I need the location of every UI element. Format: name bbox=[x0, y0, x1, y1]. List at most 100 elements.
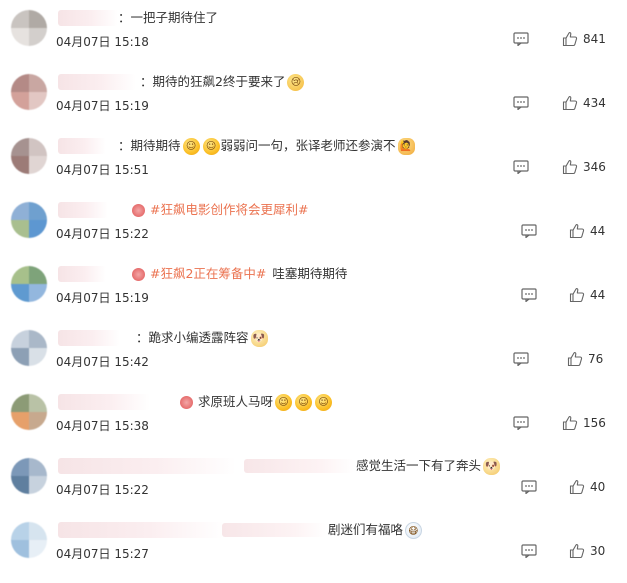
comment-item: 感觉生活一下有了奔头 🐶 04月07日 15:22 40 bbox=[0, 452, 627, 516]
blurred-mention[interactable] bbox=[222, 523, 326, 537]
like-count: 841 bbox=[583, 32, 606, 46]
dog-emoji-icon: 🐶 bbox=[250, 329, 268, 347]
comment-text: 感觉生活一下有了奔头 🐶 bbox=[244, 456, 501, 476]
like-button[interactable]: 44 bbox=[569, 285, 605, 305]
avatar-tile bbox=[29, 220, 47, 238]
comment-text: 求原班人马呀 ☺ ☺ ☺ bbox=[178, 392, 333, 412]
username-blurred[interactable] bbox=[58, 266, 106, 282]
comment-body: 剧迷们有福咯 bbox=[328, 522, 404, 537]
avatar[interactable] bbox=[11, 10, 47, 46]
like-button[interactable]: 841 bbox=[562, 29, 606, 49]
smile-emoji-icon: ☺ bbox=[295, 393, 313, 411]
thumbs-up-icon bbox=[562, 159, 578, 175]
avatar[interactable] bbox=[11, 522, 47, 558]
hashtag-link[interactable]: #狂飙2正在筹备中# bbox=[150, 264, 266, 284]
comment-body: 跪求小编透露阵容 bbox=[148, 330, 249, 345]
avatar-tile bbox=[29, 284, 47, 302]
avatar-tile bbox=[11, 394, 29, 412]
username-blurred[interactable] bbox=[58, 394, 150, 410]
avatar-tile bbox=[29, 412, 47, 430]
avatar-tile bbox=[11, 458, 29, 476]
avatar-tile bbox=[11, 138, 29, 156]
username-blurred[interactable] bbox=[58, 138, 106, 154]
reply-button[interactable] bbox=[521, 288, 537, 302]
hashtag-link[interactable]: #狂飙电影创作将会更犀利# bbox=[150, 200, 308, 220]
comment-icon bbox=[513, 352, 529, 366]
sick-emoji-icon: 😷 bbox=[405, 521, 423, 539]
blurred-mention[interactable] bbox=[244, 459, 354, 473]
avatar-tile bbox=[29, 458, 47, 476]
comment-item: #狂飙电影创作将会更犀利# 04月07日 15:22 44 bbox=[0, 196, 627, 260]
comment-icon bbox=[521, 544, 537, 558]
wave-emoji-icon: 🙋 bbox=[397, 137, 415, 155]
avatar[interactable] bbox=[11, 138, 47, 174]
comment-item: ：期待期待 ☺ ☺ 弱弱问一句，张译老师还参演不 🙋 04月07日 15:51 346 bbox=[0, 132, 627, 196]
comment-icon bbox=[513, 32, 529, 46]
avatar-tile bbox=[11, 28, 29, 46]
reply-button[interactable] bbox=[521, 480, 537, 494]
comment-item: 求原班人马呀 ☺ ☺ ☺ 04月07日 15:38 156 bbox=[0, 388, 627, 452]
username-blurred[interactable] bbox=[58, 202, 108, 218]
like-button[interactable]: 434 bbox=[562, 93, 606, 113]
like-button[interactable]: 156 bbox=[562, 413, 606, 433]
username-blurred[interactable] bbox=[58, 10, 118, 26]
thumbs-up-icon bbox=[569, 223, 585, 239]
username-blurred[interactable] bbox=[58, 522, 224, 538]
like-button[interactable]: 76 bbox=[567, 349, 603, 369]
avatar-tile bbox=[29, 394, 47, 412]
like-button[interactable]: 44 bbox=[569, 221, 605, 241]
comment-icon bbox=[513, 96, 529, 110]
like-button[interactable]: 346 bbox=[562, 157, 606, 177]
comment-body: 一把子期待住了 bbox=[130, 10, 219, 25]
reply-button[interactable] bbox=[513, 160, 529, 174]
avatar[interactable] bbox=[11, 330, 47, 366]
avatar-tile bbox=[29, 156, 47, 174]
like-count: 44 bbox=[590, 288, 606, 302]
avatar[interactable] bbox=[11, 458, 47, 494]
avatar-tile bbox=[29, 522, 47, 540]
avatar[interactable] bbox=[11, 394, 47, 430]
comment-text: 剧迷们有福咯 😷 bbox=[222, 520, 423, 540]
reply-button[interactable] bbox=[521, 224, 537, 238]
avatar-tile bbox=[11, 540, 29, 558]
dog-emoji-icon: 🐶 bbox=[483, 457, 501, 475]
avatar-tile bbox=[11, 220, 29, 238]
reply-button[interactable] bbox=[513, 96, 529, 110]
like-count: 44 bbox=[590, 224, 606, 238]
comment-icon bbox=[521, 224, 537, 238]
reply-button[interactable] bbox=[513, 416, 529, 430]
smile-emoji-icon: ☺ bbox=[182, 137, 200, 155]
like-button[interactable]: 30 bbox=[569, 541, 605, 561]
avatar-tile bbox=[11, 202, 29, 220]
avatar-tile bbox=[29, 330, 47, 348]
comment-icon bbox=[513, 160, 529, 174]
avatar-tile bbox=[29, 348, 47, 366]
avatar-tile bbox=[29, 266, 47, 284]
comment-timestamp: 04月07日 15:19 bbox=[56, 291, 149, 305]
thumbs-up-icon bbox=[562, 415, 578, 431]
username-blurred[interactable] bbox=[58, 330, 120, 346]
avatar-tile bbox=[29, 10, 47, 28]
comment-item: 剧迷们有福咯 😷 04月07日 15:27 30 bbox=[0, 516, 627, 580]
avatar-tile bbox=[11, 348, 29, 366]
avatar-tile bbox=[11, 92, 29, 110]
comment-body: 哇塞期待期待 bbox=[272, 266, 348, 281]
avatar[interactable] bbox=[11, 74, 47, 110]
thumbs-up-icon bbox=[569, 543, 585, 559]
username-blurred[interactable] bbox=[58, 458, 236, 474]
reply-button[interactable] bbox=[513, 32, 529, 46]
like-button[interactable]: 40 bbox=[569, 477, 605, 497]
avatar-tile bbox=[11, 522, 29, 540]
heart-emoji-icon bbox=[180, 395, 193, 409]
comment-item: #狂飙2正在筹备中# 哇塞期待期待 04月07日 15:19 44 bbox=[0, 260, 627, 324]
thumbs-up-icon bbox=[569, 287, 585, 303]
reply-button[interactable] bbox=[521, 544, 537, 558]
avatar[interactable] bbox=[11, 202, 47, 238]
avatar[interactable] bbox=[11, 266, 47, 302]
comment-text: ：期待的狂飙2终于要来了 😢 bbox=[140, 72, 305, 92]
like-count: 434 bbox=[583, 96, 606, 110]
username-blurred[interactable] bbox=[58, 74, 136, 90]
smile-emoji-icon: ☺ bbox=[315, 393, 333, 411]
reply-button[interactable] bbox=[513, 352, 529, 366]
comment-list: ：一把子期待住了 04月07日 15:18 841：期待的狂飙2终于要来了 😢 04月0… bbox=[0, 0, 627, 583]
